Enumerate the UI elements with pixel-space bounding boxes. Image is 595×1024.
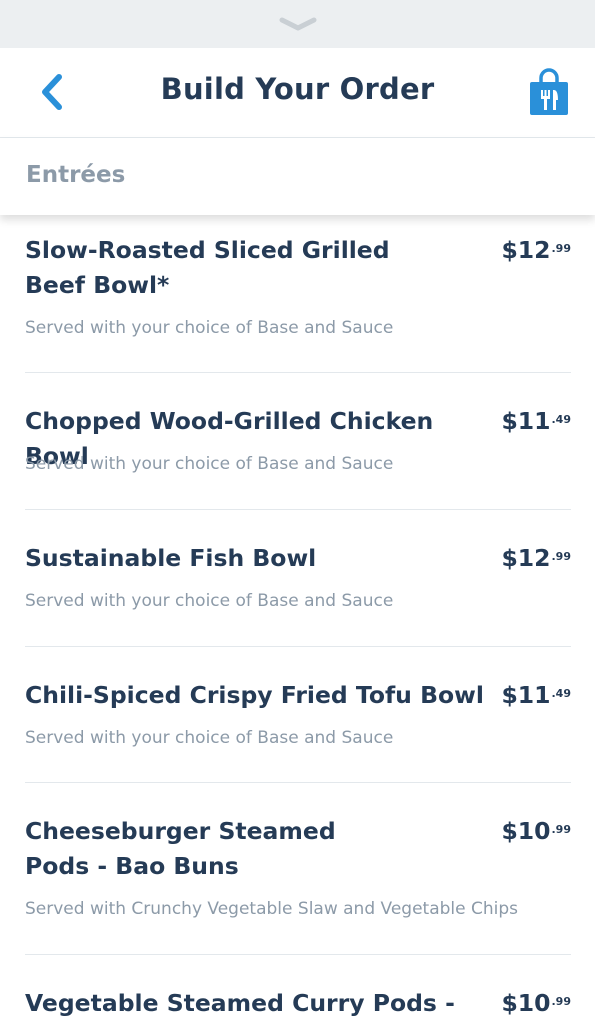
item-price: $10.99 bbox=[501, 989, 571, 1017]
item-name: Vegetable Steamed Curry Pods - bbox=[25, 989, 455, 1017]
menu-item[interactable]: Vegetable Steamed Curry Pods - $10.99 bbox=[25, 955, 571, 1024]
menu-list[interactable]: Slow-Roasted Sliced Grilled Beef Bowl* $… bbox=[0, 215, 595, 1024]
item-name: Chili-Spiced Crispy Fried Tofu Bowl bbox=[25, 681, 484, 709]
page-title: Build Your Order bbox=[160, 72, 435, 106]
section-header: Entrées bbox=[0, 138, 595, 215]
item-description: Served with Crunchy Vegetable Slaw and V… bbox=[25, 899, 519, 919]
menu-item[interactable]: Sustainable Fish Bowl $12.99 Served with… bbox=[25, 510, 571, 647]
item-name: Cheeseburger Steamed Pods - Bao Buns bbox=[25, 817, 336, 880]
item-price: $11.49 bbox=[501, 407, 571, 435]
menu-item[interactable]: Chopped Wood-Grilled Chicken Bowl $11.49… bbox=[25, 373, 571, 510]
item-price: $11.49 bbox=[501, 681, 571, 709]
section-title: Entrées bbox=[26, 162, 126, 188]
item-description: Served with your choice of Base and Sauc… bbox=[25, 728, 394, 748]
item-price: $12.99 bbox=[501, 236, 571, 264]
item-description: Served with your choice of Base and Sauc… bbox=[25, 318, 394, 338]
item-description: Served with your choice of Base and Sauc… bbox=[25, 454, 394, 474]
item-name: Sustainable Fish Bowl bbox=[25, 544, 317, 572]
order-bag-button[interactable] bbox=[524, 68, 574, 120]
item-price: $12.99 bbox=[501, 544, 571, 572]
item-price: $10.99 bbox=[501, 817, 571, 845]
item-name: Slow-Roasted Sliced Grilled Beef Bowl* bbox=[25, 236, 390, 299]
chevron-down-icon[interactable] bbox=[279, 17, 317, 31]
shopping-bag-icon bbox=[529, 68, 569, 120]
menu-item[interactable]: Slow-Roasted Sliced Grilled Beef Bowl* $… bbox=[25, 215, 571, 373]
menu-item[interactable]: Cheeseburger Steamed Pods - Bao Buns $10… bbox=[25, 783, 571, 955]
sheet-handle-bar[interactable] bbox=[0, 0, 595, 48]
menu-item[interactable]: Chili-Spiced Crispy Fried Tofu Bowl $11.… bbox=[25, 647, 571, 783]
page-header: Build Your Order bbox=[0, 48, 595, 138]
item-description: Served with your choice of Base and Sauc… bbox=[25, 591, 394, 611]
